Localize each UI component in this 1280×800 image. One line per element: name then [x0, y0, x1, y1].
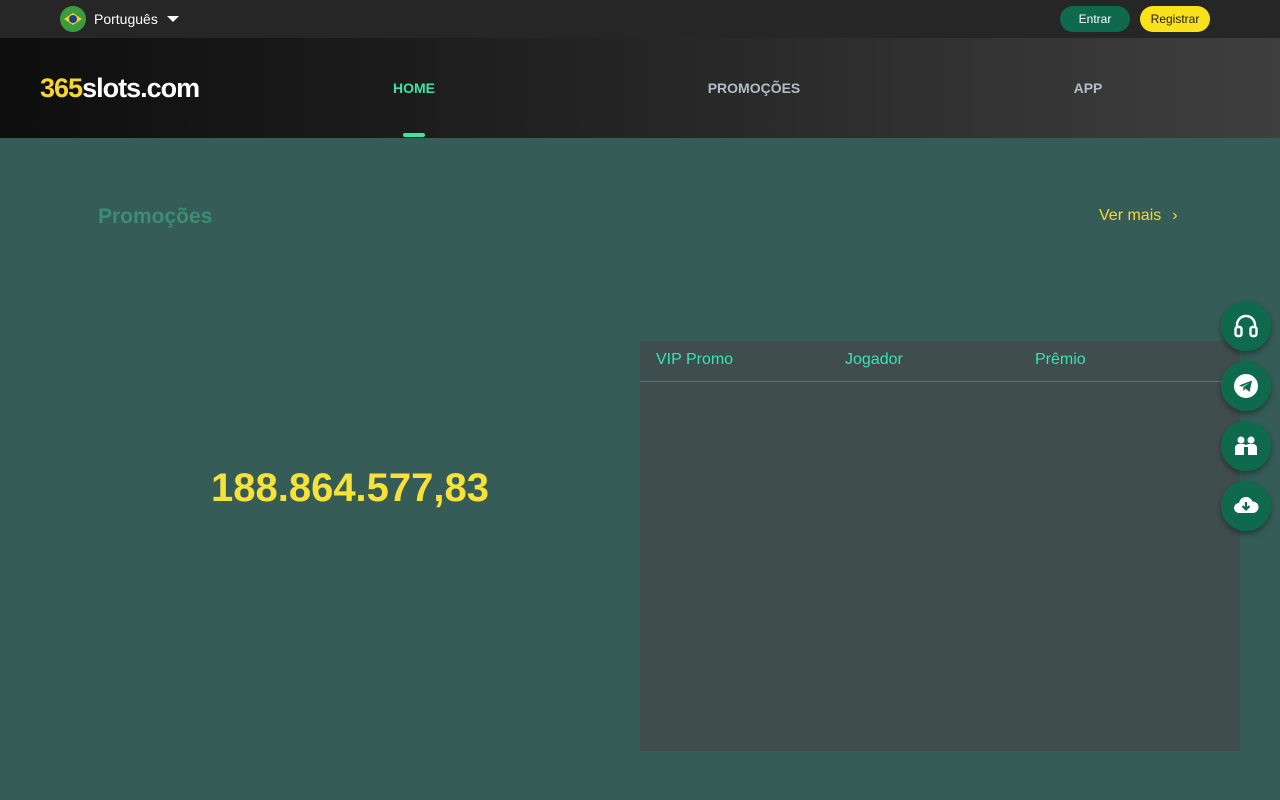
- section-title: Promoções: [98, 205, 213, 228]
- winners-table: VIP Promo Jogador Prêmio: [640, 341, 1240, 751]
- table-header: VIP Promo Jogador Prêmio: [640, 341, 1240, 382]
- community-button[interactable]: [1221, 421, 1271, 471]
- nav-item-home[interactable]: HOME: [334, 38, 494, 138]
- active-nav-indicator: [403, 133, 425, 137]
- nav-item-promocoes[interactable]: PROMOÇÕES: [674, 38, 834, 138]
- login-button[interactable]: Entrar: [1060, 6, 1130, 32]
- column-header-vip-promo: VIP Promo: [656, 351, 734, 368]
- logo-text: slots.com: [82, 72, 200, 103]
- community-icon: [1235, 436, 1257, 455]
- download-button[interactable]: [1221, 481, 1271, 531]
- chevron-right-icon: ›: [1172, 207, 1178, 224]
- see-more-label: Ver mais: [1099, 207, 1162, 224]
- nav-item-app[interactable]: APP: [1008, 38, 1168, 138]
- column-header-jogador: Jogador: [845, 351, 903, 368]
- language-selector[interactable]: Português: [60, 6, 179, 32]
- support-button[interactable]: [1221, 301, 1271, 351]
- site-logo[interactable]: 365 slots.com: [40, 70, 200, 106]
- top-bar: Português Entrar Registrar: [0, 0, 1280, 38]
- logo-number: 365: [40, 72, 83, 103]
- language-label: Português: [94, 11, 158, 27]
- column-header-premio: Prêmio: [1035, 351, 1086, 368]
- telegram-button[interactable]: [1221, 361, 1271, 411]
- download-cloud-icon: [1234, 496, 1259, 513]
- register-button[interactable]: Registrar: [1140, 6, 1210, 32]
- jackpot-amount: 188.864.577,83: [210, 466, 490, 510]
- chevron-down-icon: [166, 16, 179, 22]
- see-more-link[interactable]: Ver mais ›: [1099, 207, 1178, 225]
- brazil-flag-icon: [60, 6, 86, 32]
- headset-icon: [1234, 314, 1258, 338]
- main-nav: 365 slots.com HOME PROMOÇÕES APP: [0, 38, 1280, 138]
- telegram-icon: [1234, 374, 1258, 398]
